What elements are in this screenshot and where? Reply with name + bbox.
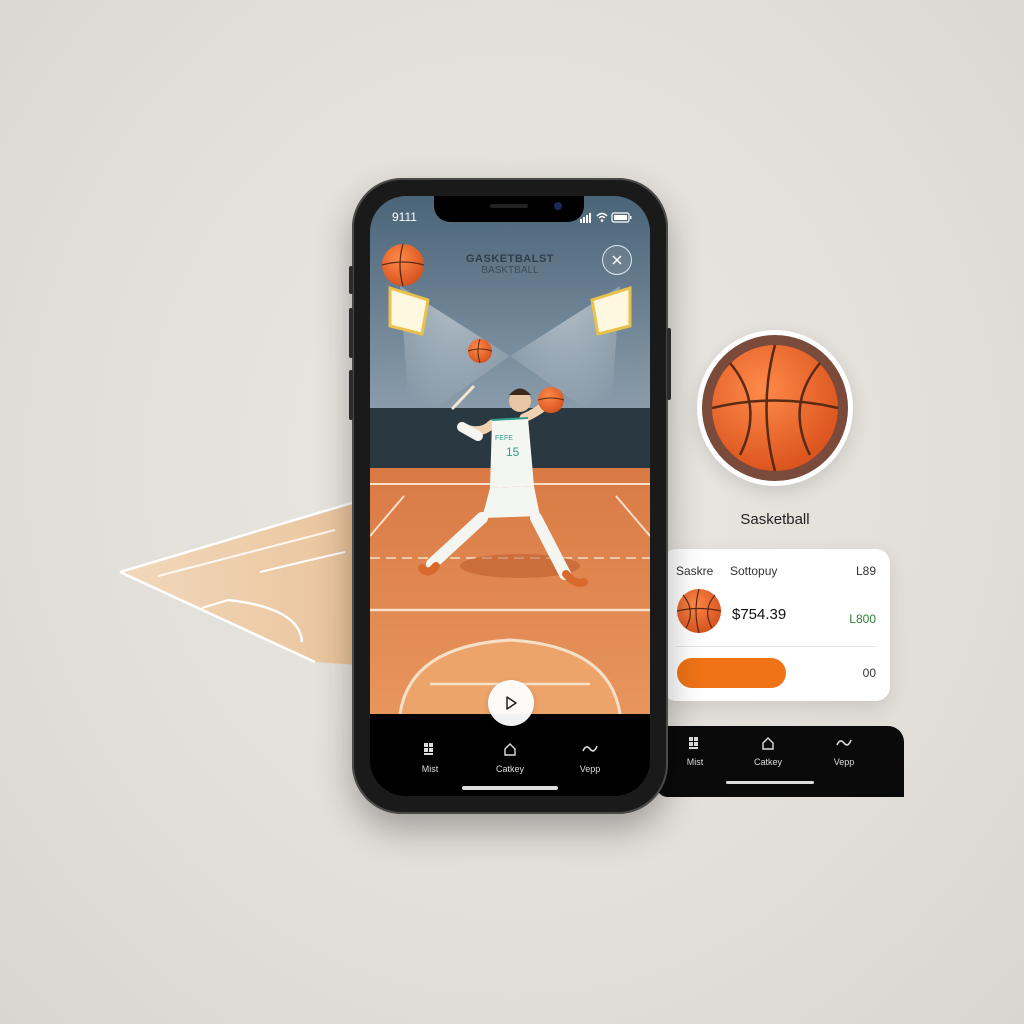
mute-switch: [349, 266, 353, 294]
card-divider: [676, 646, 876, 647]
tab-label: Mist: [421, 764, 439, 774]
card-header-col3: L89: [855, 564, 876, 578]
scene-title: GASKETBALST: [466, 253, 554, 265]
basketball-icon: [711, 344, 839, 472]
card-header-col2: Sottopuy: [730, 564, 778, 578]
home-icon: [504, 743, 516, 756]
volume-down-button: [349, 370, 353, 420]
wave-icon: [582, 745, 598, 752]
tab-catkey[interactable]: Catkey: [480, 742, 540, 774]
tab-label: Vepp: [579, 764, 601, 774]
secondary-nav-label: Mist: [686, 757, 704, 767]
tab-vepp[interactable]: Vepp: [560, 742, 620, 774]
notch: [434, 196, 584, 222]
home-icon: [762, 737, 774, 750]
tab-mist[interactable]: Mist: [400, 742, 460, 774]
close-icon: [612, 255, 622, 265]
basketball-thumbnail-icon: [676, 588, 722, 634]
phone-device: 15 FEFE 9111 GASKETBALST BASKTBALL Mist …: [349, 178, 671, 814]
home-indicator: [462, 786, 558, 790]
phone-screen: 15 FEFE 9111 GASKETBALST BASKTBALL Mist …: [370, 196, 650, 796]
tab-label: Catkey: [495, 764, 524, 774]
badge-label: Sasketball: [740, 511, 810, 528]
product-price: $754.39: [732, 606, 787, 623]
secondary-nav-label: Catkey: [753, 757, 782, 767]
status-bar-time: 9111: [392, 210, 417, 224]
scene-subtitle: BASKTBALL: [481, 265, 539, 276]
secondary-nav-item-catkey[interactable]: Catkey: [743, 736, 793, 767]
grid-icon: [424, 743, 433, 755]
power-button: [667, 328, 671, 400]
close-button[interactable]: [602, 245, 632, 275]
secondary-nav-item-mist[interactable]: Mist: [670, 736, 720, 767]
play-icon: [506, 696, 517, 710]
product-quantity: 00: [862, 666, 876, 680]
jersey-number: 15: [506, 445, 520, 459]
front-camera: [554, 202, 562, 210]
secondary-nav-label: Vepp: [833, 757, 855, 767]
basketball-badge-ring: [702, 335, 848, 481]
add-to-cart-button[interactable]: [677, 658, 786, 688]
signal-wifi-battery-icon: [580, 212, 632, 223]
secondary-home-indicator: [726, 781, 814, 784]
secondary-nav-item-vepp[interactable]: Vepp: [819, 736, 869, 767]
speaker-grille: [490, 204, 528, 208]
card-header-col1: Saskre: [676, 564, 714, 578]
basketball-badge[interactable]: [697, 330, 853, 486]
product-card[interactable]: Saskre Sottopuy L89 $754.39 L800 00: [662, 549, 890, 701]
product-status-badge: L800: [849, 612, 876, 626]
jersey-text: FEFE: [495, 435, 513, 442]
secondary-nav-bar: Mist Catkey Vepp: [656, 726, 904, 797]
volume-up-button: [349, 308, 353, 358]
wave-icon: [836, 739, 852, 746]
grid-icon: [689, 737, 698, 749]
status-bar-icons: [580, 210, 632, 228]
play-button[interactable]: [488, 680, 534, 726]
